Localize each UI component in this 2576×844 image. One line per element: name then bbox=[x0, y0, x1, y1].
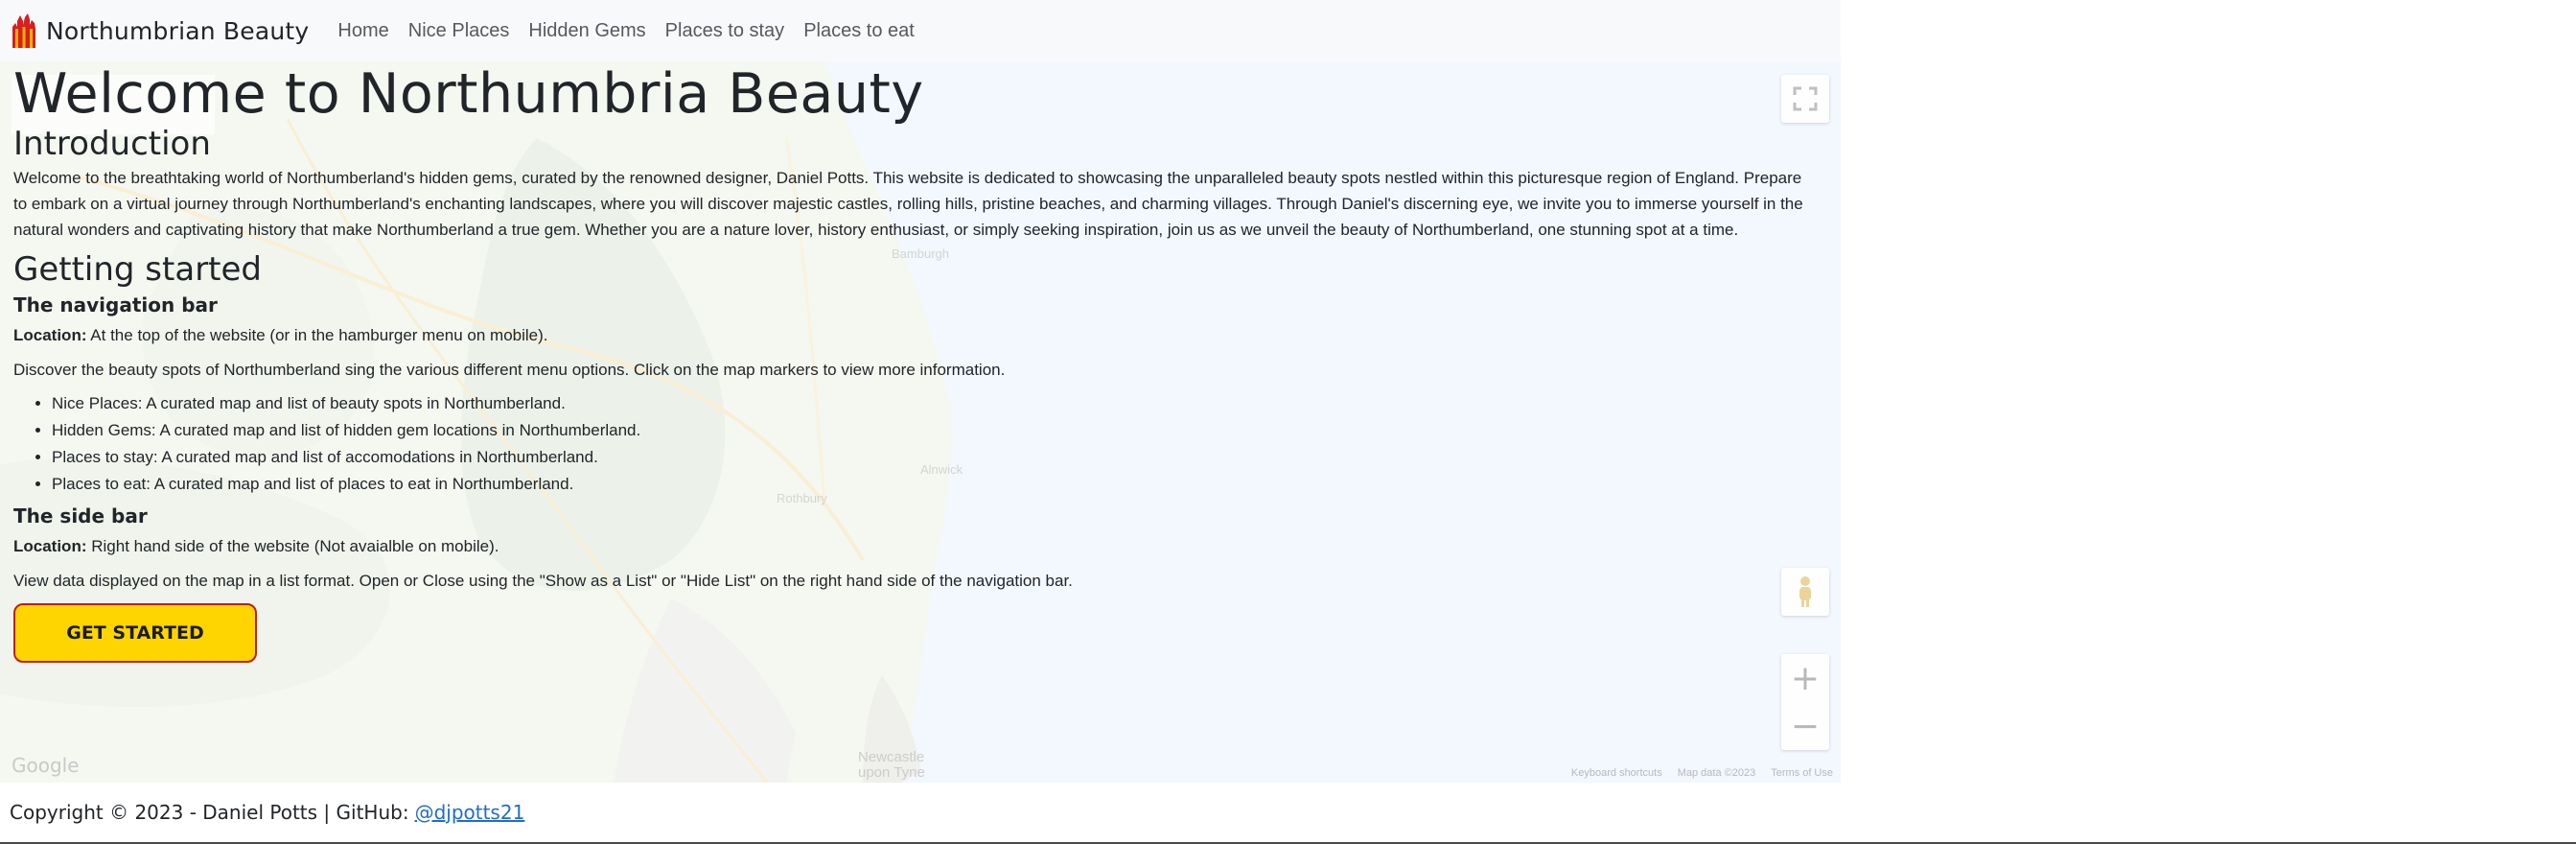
sidebar-section-heading: The side bar bbox=[13, 504, 148, 528]
list-item: Places to stay: A curated map and list o… bbox=[52, 444, 1835, 471]
footer: Copyright © 2023 - Daniel Potts | GitHub… bbox=[0, 783, 1841, 842]
list-item: Nice Places: A curated map and list of b… bbox=[52, 390, 1835, 417]
zoom-out-button[interactable]: − bbox=[1781, 702, 1829, 750]
nav-links: Home Nice Places Hidden Gems Places to s… bbox=[337, 16, 933, 46]
sidebar-location-label: Location: bbox=[13, 537, 87, 555]
intro-text: Welcome to the breathtaking world of Nor… bbox=[13, 169, 1803, 239]
welcome-content: Welcome to Northumbria Beauty Introducti… bbox=[13, 61, 1835, 663]
zoom-controls: + − bbox=[1781, 654, 1829, 750]
navbar-location-text: At the top of the website (or in the ham… bbox=[90, 326, 548, 344]
nav-hidden-gems[interactable]: Hidden Gems bbox=[528, 16, 645, 46]
github-link[interactable]: @djpotts21 bbox=[415, 801, 525, 824]
google-logo: Google bbox=[12, 754, 80, 777]
nav-home[interactable]: Home bbox=[337, 16, 388, 46]
navbar-section-heading: The navigation bar bbox=[13, 293, 218, 316]
brand[interactable]: Northumbrian Beauty bbox=[10, 12, 309, 50]
nav-places-to-stay[interactable]: Places to stay bbox=[665, 16, 785, 46]
keyboard-shortcuts-link[interactable]: Keyboard shortcuts bbox=[1571, 767, 1662, 779]
navbar: Northumbrian Beauty Home Nice Places Hid… bbox=[0, 0, 1841, 61]
minus-icon: − bbox=[1790, 706, 1821, 746]
brand-name: Northumbrian Beauty bbox=[46, 16, 310, 45]
map-attribution: Keyboard shortcuts Map data ©2023 Terms … bbox=[1571, 767, 1833, 779]
getting-started-heading: Getting started bbox=[13, 250, 263, 289]
sidebar-location: Location: Right hand side of the website… bbox=[13, 533, 1835, 559]
intro-heading: Introduction bbox=[13, 125, 211, 163]
navbar-location: Location: At the top of the website (or … bbox=[13, 322, 1835, 348]
navbar-location-label: Location: bbox=[13, 326, 87, 344]
copyright-text: Copyright © 2023 - Daniel Potts | GitHub… bbox=[10, 801, 409, 824]
brand-logo-icon bbox=[12, 13, 35, 48]
get-started-button[interactable]: GET STARTED bbox=[13, 603, 257, 663]
sidebar-location-text: Right hand side of the website (Not avai… bbox=[91, 537, 499, 555]
list-item: Places to eat: A curated map and list of… bbox=[52, 471, 1835, 498]
menu-options-list: Nice Places: A curated map and list of b… bbox=[13, 390, 1835, 498]
terms-of-use-link[interactable]: Terms of Use bbox=[1771, 767, 1833, 779]
nav-places-to-eat[interactable]: Places to eat bbox=[803, 16, 915, 46]
list-item: Hidden Gems: A curated map and list of h… bbox=[52, 417, 1835, 444]
nav-nice-places[interactable]: Nice Places bbox=[408, 16, 510, 46]
map-data-credit: Map data ©2023 bbox=[1677, 767, 1756, 779]
navbar-description: Discover the beauty spots of Northumberl… bbox=[13, 361, 1006, 379]
page-title: Welcome to Northumbria Beauty bbox=[13, 62, 924, 126]
plus-icon: + bbox=[1790, 658, 1821, 698]
map-container[interactable]: Newcastle upon Tyne Bamburgh Rothbury Al… bbox=[0, 61, 1841, 783]
sidebar-description: View data displayed on the map in a list… bbox=[13, 572, 1073, 590]
